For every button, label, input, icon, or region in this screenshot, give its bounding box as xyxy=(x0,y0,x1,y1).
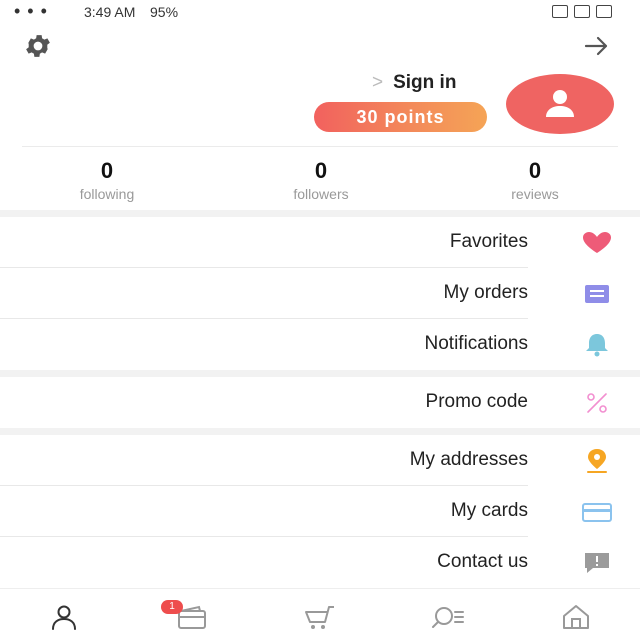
stat-followers[interactable]: 0 followers xyxy=(256,158,386,202)
menu-item-contact-us[interactable]: Contact us xyxy=(0,537,640,588)
menu-item-label: My orders xyxy=(443,282,528,303)
menu-item-addresses[interactable]: My addresses xyxy=(0,435,640,486)
menu-item-label: Favorites xyxy=(449,231,528,252)
stat-label: following xyxy=(79,186,135,202)
points-button[interactable]: 30 points xyxy=(314,102,487,132)
stat-label: reviews xyxy=(511,186,559,202)
stat-value: 0 xyxy=(314,158,328,183)
status-time: 3:49 AM xyxy=(84,4,136,20)
bottom-nav xyxy=(0,588,640,640)
menu-item-notifications[interactable]: Notifications xyxy=(0,319,640,370)
search-icon[interactable] xyxy=(428,603,468,631)
menu-item-label: Notifications xyxy=(424,333,529,354)
divider xyxy=(22,146,618,147)
stat-label: followers xyxy=(293,186,349,202)
overflow-dots: • • • xyxy=(14,1,48,21)
wallet-badge: 1 xyxy=(161,600,183,614)
status-icons xyxy=(552,5,612,18)
location-pin-icon xyxy=(587,449,607,473)
top-bar xyxy=(0,28,640,64)
card-icon xyxy=(582,503,612,522)
menu-item-label: My addresses xyxy=(409,449,528,470)
profile-icon[interactable] xyxy=(44,603,84,631)
menu-item-label: My cards xyxy=(450,500,528,521)
section-gap xyxy=(0,210,640,217)
percent-icon xyxy=(587,393,607,413)
menu-item-cards[interactable]: My cards xyxy=(0,486,640,537)
orders-icon xyxy=(585,285,609,303)
battery-level: 95% xyxy=(150,4,179,20)
menu-item-label: Contact us xyxy=(437,551,528,572)
sign-in-link[interactable]: > Sign in xyxy=(372,72,456,94)
stat-value: 0 xyxy=(100,158,114,183)
user-icon xyxy=(546,90,574,117)
cart-icon[interactable] xyxy=(300,603,340,631)
stat-reviews[interactable]: 0 reviews xyxy=(470,158,600,202)
notification-icon xyxy=(596,5,612,18)
chevron-right-icon: > xyxy=(372,72,384,93)
chat-alert-icon xyxy=(585,553,609,573)
status-bar: • • • 95% 3:49 AM xyxy=(0,0,640,24)
sign-in-label: Sign in xyxy=(393,72,457,93)
section-gap xyxy=(0,370,640,377)
menu-item-orders[interactable]: My orders xyxy=(0,268,640,319)
stat-value: 0 xyxy=(528,158,542,183)
section-gap xyxy=(0,428,640,435)
gear-icon[interactable] xyxy=(22,31,54,61)
avatar[interactable] xyxy=(506,74,614,134)
menu-item-favorites[interactable]: Favorites xyxy=(0,217,640,268)
menu-item-label: Promo code xyxy=(425,391,528,412)
notification-icon xyxy=(574,5,590,18)
bell-icon xyxy=(586,334,608,357)
stat-following[interactable]: 0 following xyxy=(42,158,172,202)
heart-icon xyxy=(583,232,611,253)
notification-icon xyxy=(552,5,568,18)
arrow-right-icon[interactable] xyxy=(582,33,610,59)
menu-item-promo-code[interactable]: Promo code xyxy=(0,377,640,428)
home-icon[interactable] xyxy=(556,603,596,631)
